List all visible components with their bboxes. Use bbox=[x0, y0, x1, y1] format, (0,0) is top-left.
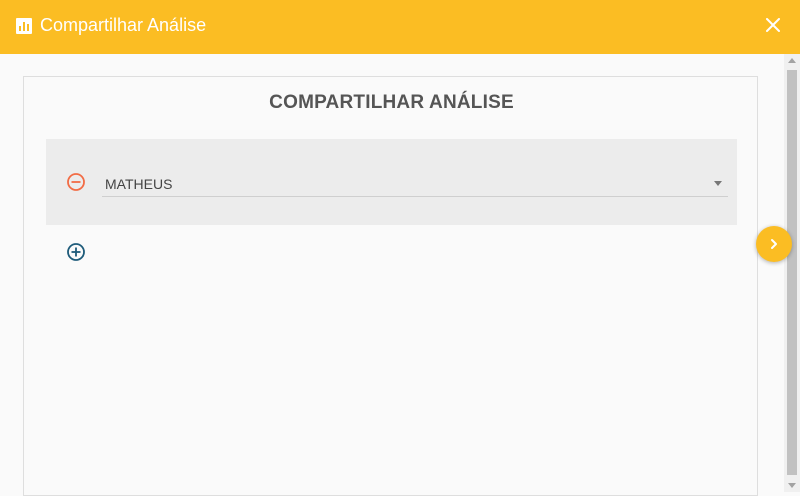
add-user-button[interactable] bbox=[66, 242, 86, 262]
dialog-title: Compartilhar Análise bbox=[40, 15, 207, 35]
scroll-up-arrow-icon[interactable] bbox=[788, 58, 796, 63]
minus-circle-icon bbox=[67, 173, 85, 191]
close-icon bbox=[766, 18, 780, 32]
user-select[interactable]: MATHEUS bbox=[102, 172, 728, 197]
share-panel: COMPARTILHAR ANÁLISE MATHEUS bbox=[23, 76, 758, 496]
panel-title: COMPARTILHAR ANÁLISE bbox=[269, 92, 514, 113]
scroll-down-arrow-icon[interactable] bbox=[788, 483, 796, 488]
scrollbar-thumb[interactable] bbox=[787, 70, 797, 475]
dialog-content: COMPARTILHAR ANÁLISE MATHEUS bbox=[0, 54, 784, 496]
remove-user-button[interactable] bbox=[66, 172, 86, 192]
close-button[interactable] bbox=[762, 14, 784, 36]
chevron-down-icon bbox=[714, 181, 722, 186]
dialog-header: Compartilhar Análise bbox=[0, 0, 800, 54]
bar-chart-icon bbox=[16, 18, 32, 34]
next-button[interactable] bbox=[756, 226, 792, 262]
share-row: MATHEUS bbox=[46, 139, 737, 225]
user-select-value: MATHEUS bbox=[105, 176, 173, 192]
chevron-right-icon bbox=[771, 239, 777, 249]
plus-circle-icon bbox=[67, 243, 85, 261]
vertical-scrollbar[interactable] bbox=[784, 54, 800, 492]
